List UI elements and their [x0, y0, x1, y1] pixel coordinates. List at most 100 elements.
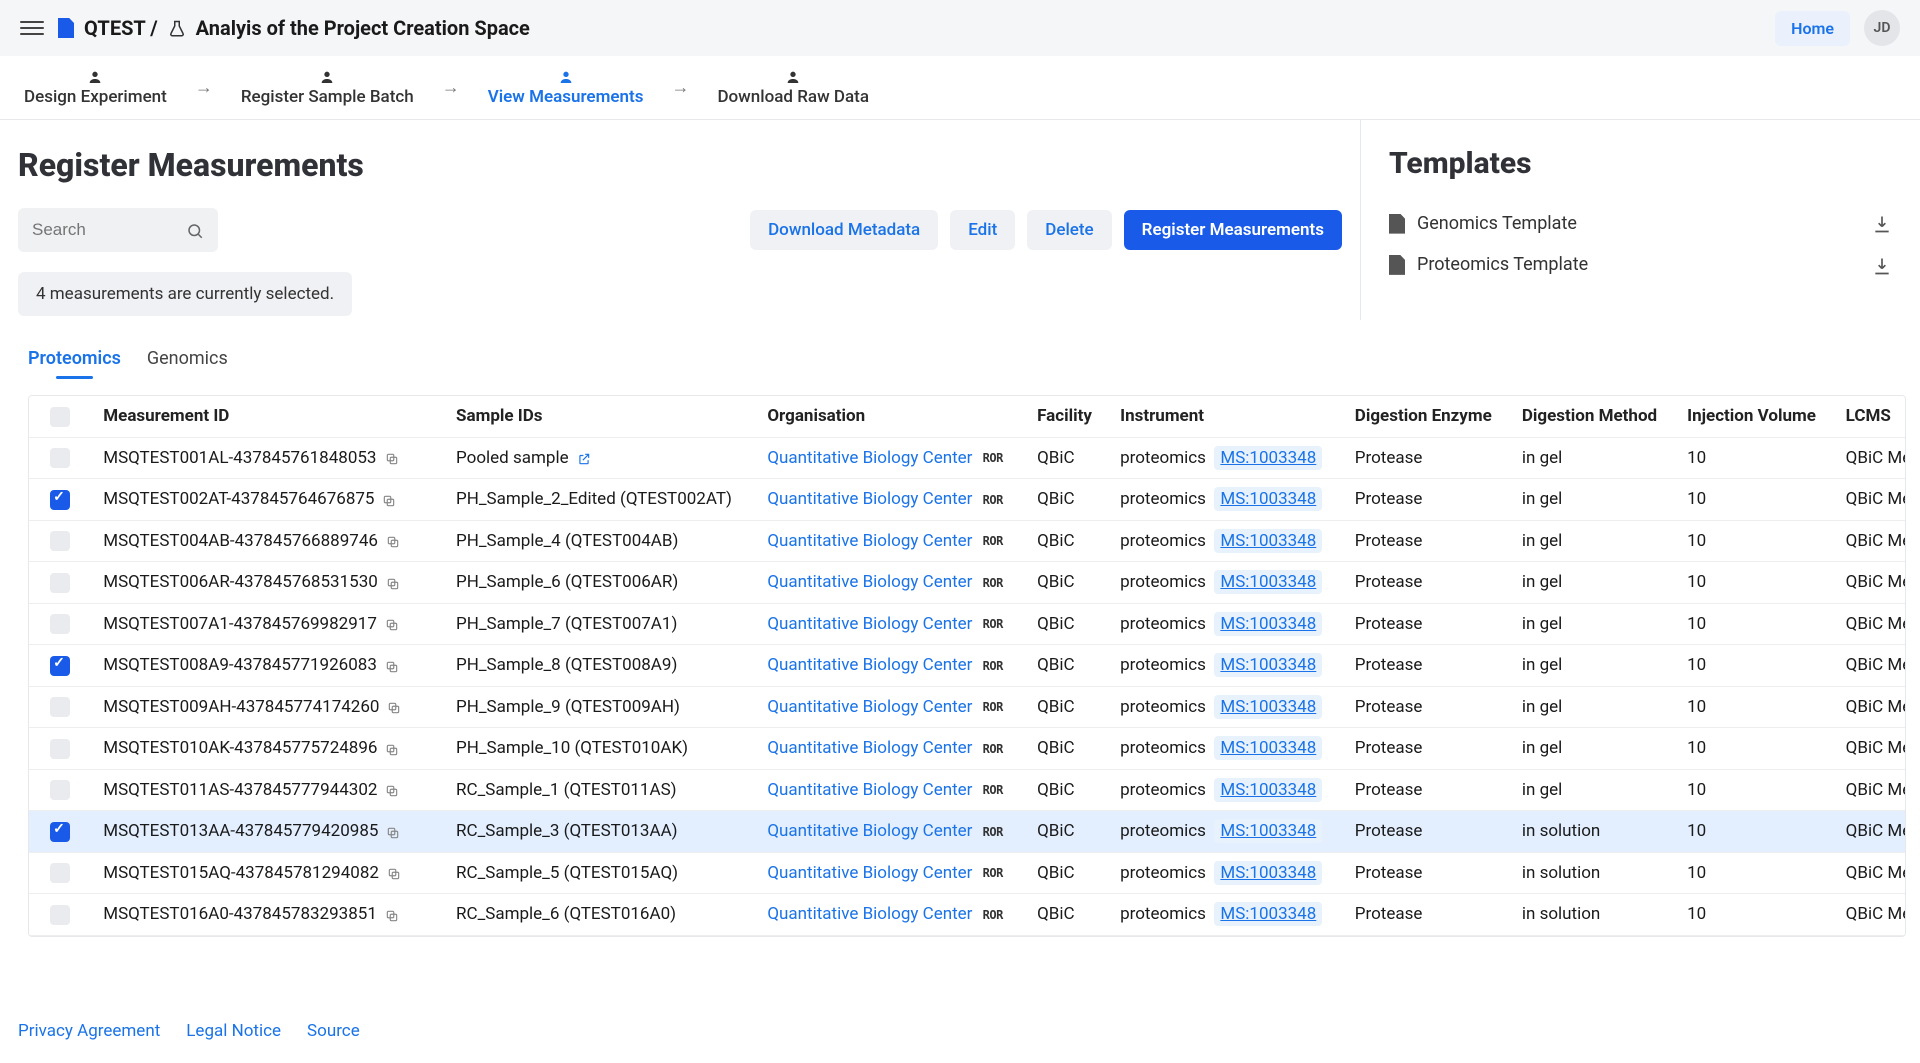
ror-icon: ROR: [983, 534, 1003, 548]
column-header[interactable]: Digestion Method: [1510, 396, 1675, 437]
column-header[interactable]: LCMS: [1834, 396, 1905, 437]
column-header[interactable]: Digestion Enzyme: [1343, 396, 1510, 437]
delete-button[interactable]: Delete: [1027, 210, 1111, 250]
instrument-link[interactable]: MS:1003348: [1214, 861, 1322, 885]
avatar[interactable]: JD: [1864, 10, 1900, 46]
footer-link-privacy-agreement[interactable]: Privacy Agreement: [18, 1021, 160, 1041]
instrument-link[interactable]: MS:1003348: [1214, 612, 1322, 636]
row-checkbox[interactable]: [50, 739, 70, 759]
copy-icon[interactable]: [385, 658, 399, 674]
instrument-link[interactable]: MS:1003348: [1214, 653, 1322, 677]
step-download-raw-data[interactable]: Download Raw Data: [717, 68, 869, 106]
table-scroll[interactable]: Measurement IDSample IDsOrganisationFaci…: [29, 396, 1905, 936]
copy-icon[interactable]: [382, 492, 396, 508]
copy-icon[interactable]: [386, 534, 400, 550]
download-icon[interactable]: [1872, 213, 1892, 234]
column-header[interactable]: Organisation: [755, 396, 1025, 437]
row-checkbox[interactable]: [50, 614, 70, 634]
tab-proteomics[interactable]: Proteomics: [28, 348, 121, 377]
organisation-link[interactable]: Quantitative Biology Center: [767, 531, 972, 551]
copy-icon[interactable]: [385, 451, 399, 467]
copy-icon[interactable]: [386, 824, 400, 840]
measurement-id: MSQTEST008A9-437845771926083: [103, 655, 377, 675]
table-row[interactable]: MSQTEST004AB-437845766889746PH_Sample_4 …: [29, 520, 1905, 562]
table-row[interactable]: MSQTEST011AS-437845777944302RC_Sample_1 …: [29, 769, 1905, 811]
instrument-link[interactable]: MS:1003348: [1214, 446, 1322, 470]
ror-icon: ROR: [983, 659, 1003, 673]
row-checkbox[interactable]: [50, 822, 70, 842]
instrument-link[interactable]: MS:1003348: [1214, 529, 1322, 553]
ror-icon: ROR: [983, 866, 1003, 880]
instrument-link[interactable]: MS:1003348: [1214, 819, 1322, 843]
row-checkbox[interactable]: [50, 448, 70, 468]
organisation-link[interactable]: Quantitative Biology Center: [767, 448, 972, 468]
organisation-link[interactable]: Quantitative Biology Center: [767, 489, 972, 509]
column-header[interactable]: Injection Volume: [1675, 396, 1834, 437]
row-checkbox[interactable]: [50, 531, 70, 551]
organisation-link[interactable]: Quantitative Biology Center: [767, 572, 972, 592]
register-measurements-button[interactable]: Register Measurements: [1124, 210, 1342, 250]
organisation-link[interactable]: Quantitative Biology Center: [767, 697, 972, 717]
search-field[interactable]: [32, 220, 172, 240]
instrument-link[interactable]: MS:1003348: [1214, 570, 1322, 594]
column-header[interactable]: Facility: [1025, 396, 1108, 437]
row-checkbox[interactable]: [50, 863, 70, 883]
instrument-link[interactable]: MS:1003348: [1214, 736, 1322, 760]
organisation-link[interactable]: Quantitative Biology Center: [767, 614, 972, 634]
copy-icon[interactable]: [387, 866, 401, 882]
row-checkbox[interactable]: [50, 697, 70, 717]
table-row[interactable]: MSQTEST009AH-437845774174260PH_Sample_9 …: [29, 686, 1905, 728]
organisation-link[interactable]: Quantitative Biology Center: [767, 821, 972, 841]
copy-icon[interactable]: [385, 783, 399, 799]
footer-link-legal-notice[interactable]: Legal Notice: [186, 1021, 281, 1041]
step-design-experiment[interactable]: Design Experiment: [24, 68, 167, 106]
table-row[interactable]: MSQTEST001AL-437845761848053Pooled sampl…: [29, 437, 1905, 479]
row-checkbox[interactable]: [50, 490, 70, 510]
organisation-link[interactable]: Quantitative Biology Center: [767, 904, 972, 924]
table-row[interactable]: MSQTEST017A8-437845784873746RC_Sample_7 …: [29, 935, 1905, 936]
table-row[interactable]: MSQTEST008A9-437845771926083PH_Sample_8 …: [29, 645, 1905, 687]
organisation-link[interactable]: Quantitative Biology Center: [767, 780, 972, 800]
column-header[interactable]: Sample IDs: [444, 396, 755, 437]
instrument-link[interactable]: MS:1003348: [1214, 902, 1322, 926]
menu-icon[interactable]: [20, 16, 44, 40]
copy-icon[interactable]: [385, 741, 399, 757]
step-view-measurements[interactable]: View Measurements: [488, 68, 644, 106]
row-checkbox[interactable]: [50, 780, 70, 800]
download-metadata-button[interactable]: Download Metadata: [750, 210, 938, 250]
copy-icon[interactable]: [385, 617, 399, 633]
row-checkbox[interactable]: [50, 573, 70, 593]
row-checkbox[interactable]: [50, 905, 70, 925]
external-link-icon[interactable]: [577, 451, 591, 467]
select-all-checkbox[interactable]: [50, 407, 70, 427]
download-icon[interactable]: [1872, 254, 1892, 275]
table-row[interactable]: MSQTEST002AT-437845764676875PH_Sample_2_…: [29, 479, 1905, 521]
instrument-link[interactable]: MS:1003348: [1214, 695, 1322, 719]
footer-link-source[interactable]: Source: [307, 1021, 360, 1041]
table-row[interactable]: MSQTEST007A1-437845769982917PH_Sample_7 …: [29, 603, 1905, 645]
copy-icon[interactable]: [387, 700, 401, 716]
column-header[interactable]: Instrument: [1108, 396, 1343, 437]
table-row[interactable]: MSQTEST006AR-437845768531530PH_Sample_6 …: [29, 562, 1905, 604]
table-row[interactable]: MSQTEST010AK-437845775724896PH_Sample_10…: [29, 728, 1905, 770]
row-checkbox[interactable]: [50, 656, 70, 676]
home-button[interactable]: Home: [1775, 11, 1850, 46]
table-row[interactable]: MSQTEST015AQ-437845781294082RC_Sample_5 …: [29, 852, 1905, 894]
user-icon: [319, 68, 335, 84]
organisation-link[interactable]: Quantitative Biology Center: [767, 738, 972, 758]
tab-genomics[interactable]: Genomics: [147, 348, 228, 377]
enzyme-cell: Protease: [1343, 728, 1510, 770]
user-icon: [558, 68, 574, 84]
copy-icon[interactable]: [386, 575, 400, 591]
edit-button[interactable]: Edit: [950, 210, 1015, 250]
table-row[interactable]: MSQTEST013AA-437845779420985RC_Sample_3 …: [29, 811, 1905, 853]
organisation-link[interactable]: Quantitative Biology Center: [767, 863, 972, 883]
column-header[interactable]: Measurement ID: [91, 396, 444, 437]
instrument-link[interactable]: MS:1003348: [1214, 778, 1322, 802]
copy-icon[interactable]: [385, 907, 399, 923]
organisation-link[interactable]: Quantitative Biology Center: [767, 655, 972, 675]
instrument-link[interactable]: MS:1003348: [1214, 487, 1322, 511]
step-register-sample-batch[interactable]: Register Sample Batch: [241, 68, 414, 106]
search-input[interactable]: [18, 208, 218, 252]
table-row[interactable]: MSQTEST016A0-437845783293851RC_Sample_6 …: [29, 894, 1905, 936]
